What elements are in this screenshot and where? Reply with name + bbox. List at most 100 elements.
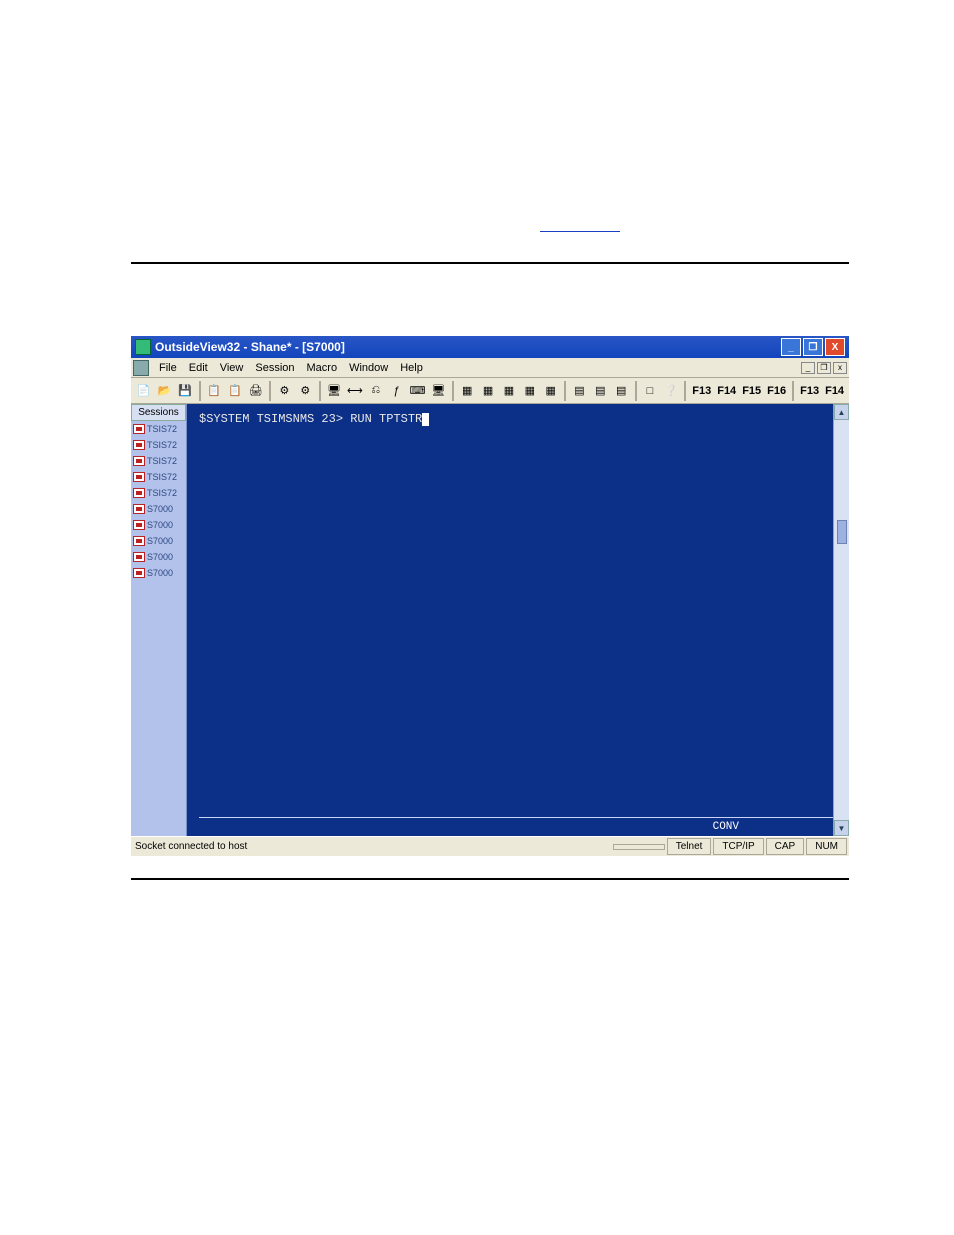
- session-item[interactable]: TSIS72: [131, 485, 186, 501]
- session-icon: [133, 488, 145, 498]
- horizontal-rule-bottom: [131, 878, 849, 880]
- scroll-up-button[interactable]: ▲: [834, 404, 849, 420]
- menu-session[interactable]: Session: [249, 360, 300, 376]
- toolbar-layout3-icon[interactable]: ▤: [612, 381, 631, 401]
- session-icon: [133, 536, 145, 546]
- scroll-thumb[interactable]: [837, 520, 847, 544]
- toolbar-layout2-icon[interactable]: ▤: [591, 381, 610, 401]
- session-item[interactable]: S7000: [131, 549, 186, 565]
- toolbar-copy-icon[interactable]: 📋: [205, 381, 224, 401]
- window-minimize-button[interactable]: _: [781, 338, 801, 356]
- menu-macro[interactable]: Macro: [301, 360, 344, 376]
- menu-edit[interactable]: Edit: [183, 360, 214, 376]
- menu-view[interactable]: View: [214, 360, 250, 376]
- fkey-f13b[interactable]: F13: [797, 385, 822, 397]
- sessions-header: Sessions: [131, 404, 186, 421]
- menu-help[interactable]: Help: [394, 360, 429, 376]
- toolbar-paste-icon[interactable]: 📋: [225, 381, 244, 401]
- session-label: TSIS72: [147, 488, 177, 498]
- page-header-link-underline: [540, 218, 620, 232]
- mdi-minimize-button[interactable]: _: [801, 362, 815, 374]
- toolbar-connect-icon[interactable]: ⟷: [346, 381, 365, 401]
- terminal-area[interactable]: $SYSTEM TSIMSNMS 23> RUN TPTSTR CONV: [187, 404, 833, 836]
- toolbar-settings1-icon[interactable]: ⚙: [275, 381, 294, 401]
- fkey-f14b[interactable]: F14: [822, 385, 847, 397]
- session-label: S7000: [147, 568, 173, 578]
- session-icon: [133, 472, 145, 482]
- window-maximize-button[interactable]: ❐: [803, 338, 823, 356]
- terminal-prompt-line: $SYSTEM TSIMSNMS 23> RUN TPTSTR: [199, 412, 429, 426]
- toolbar-new-icon[interactable]: 📄: [134, 381, 153, 401]
- session-icon: [133, 440, 145, 450]
- session-icon: [133, 504, 145, 514]
- session-icon: [133, 568, 145, 578]
- session-icon: [133, 456, 145, 466]
- sessions-sidebar: Sessions TSIS72 TSIS72 TSIS72 TSIS72 TSI…: [131, 404, 187, 836]
- horizontal-rule-top: [131, 262, 849, 264]
- app-icon: [135, 339, 151, 355]
- toolbar-macro5-icon[interactable]: ▦: [541, 381, 560, 401]
- toolbar-open-icon[interactable]: 📂: [155, 381, 174, 401]
- toolbar-reset-icon[interactable]: ⎌: [366, 381, 385, 401]
- toolbar-settings2-icon[interactable]: ⚙: [296, 381, 315, 401]
- vertical-scrollbar[interactable]: ▲ ▼: [833, 404, 849, 836]
- fkey-f14[interactable]: F14: [714, 385, 739, 397]
- mdi-close-button[interactable]: x: [833, 362, 847, 374]
- session-item[interactable]: S7000: [131, 533, 186, 549]
- terminal-conv-indicator: CONV: [713, 821, 739, 833]
- terminal-separator-line: [199, 817, 833, 818]
- status-bar: Socket connected to host Telnet TCP/IP C…: [131, 836, 849, 856]
- window-close-button[interactable]: X: [825, 338, 845, 356]
- session-label: TSIS72: [147, 472, 177, 482]
- toolbar-macro2-icon[interactable]: ▦: [479, 381, 498, 401]
- toolbar-macro1-icon[interactable]: ▦: [458, 381, 477, 401]
- session-label: TSIS72: [147, 456, 177, 466]
- fkey-f16[interactable]: F16: [764, 385, 789, 397]
- mdi-restore-button[interactable]: ❐: [817, 362, 831, 374]
- window-title: OutsideView32 - Shane* - [S7000]: [155, 340, 779, 354]
- window-titlebar[interactable]: OutsideView32 - Shane* - [S7000] _ ❐ X: [131, 336, 849, 358]
- scroll-down-button[interactable]: ▼: [834, 820, 849, 836]
- fkey-f15[interactable]: F15: [739, 385, 764, 397]
- session-item[interactable]: S7000: [131, 565, 186, 581]
- status-cell-protocol: Telnet: [667, 838, 712, 855]
- session-item[interactable]: S7000: [131, 501, 186, 517]
- session-label: TSIS72: [147, 440, 177, 450]
- status-cell-transport: TCP/IP: [713, 838, 763, 855]
- document-icon: [133, 360, 149, 376]
- session-label: S7000: [147, 520, 173, 530]
- toolbar-screen-icon[interactable]: 🖥: [429, 381, 448, 401]
- client-area: Sessions TSIS72 TSIS72 TSIS72 TSIS72 TSI…: [131, 404, 849, 836]
- toolbar-window-icon[interactable]: □: [641, 381, 660, 401]
- toolbar-keyboard-icon[interactable]: ⌨: [408, 381, 427, 401]
- menu-bar: File Edit View Session Macro Window Help…: [131, 358, 849, 378]
- menu-window[interactable]: Window: [343, 360, 394, 376]
- status-message: Socket connected to host: [131, 841, 613, 852]
- toolbar-macro4-icon[interactable]: ▦: [520, 381, 539, 401]
- status-cell-empty: [613, 844, 665, 850]
- fkeys-group-a: F13 F14 F15 F16 F13 F14: [681, 381, 847, 401]
- toolbar-layout1-icon[interactable]: ▤: [570, 381, 589, 401]
- toolbar: 📄 📂 💾 📋 📋 🖨 ⚙ ⚙ 🖥 ⟷ ⎌ ƒ ⌨ 🖥 ▦ ▦ ▦ ▦ ▦ ▤ …: [131, 378, 849, 404]
- fkey-f13[interactable]: F13: [689, 385, 714, 397]
- session-item[interactable]: TSIS72: [131, 421, 186, 437]
- session-icon: [133, 520, 145, 530]
- menu-file[interactable]: File: [153, 360, 183, 376]
- session-label: S7000: [147, 552, 173, 562]
- status-cell-num: NUM: [806, 838, 847, 855]
- toolbar-function-icon[interactable]: ƒ: [387, 381, 406, 401]
- terminal-cursor: [422, 413, 429, 426]
- session-item[interactable]: TSIS72: [131, 453, 186, 469]
- toolbar-print-icon[interactable]: 🖨: [246, 381, 265, 401]
- session-item[interactable]: S7000: [131, 517, 186, 533]
- status-cell-caps: CAP: [766, 838, 805, 855]
- toolbar-terminal-icon[interactable]: 🖥: [325, 381, 344, 401]
- session-item[interactable]: TSIS72: [131, 437, 186, 453]
- toolbar-save-icon[interactable]: 💾: [176, 381, 195, 401]
- session-label: TSIS72: [147, 424, 177, 434]
- session-label: S7000: [147, 536, 173, 546]
- toolbar-help-icon[interactable]: ❔: [661, 381, 680, 401]
- session-item[interactable]: TSIS72: [131, 469, 186, 485]
- toolbar-macro3-icon[interactable]: ▦: [500, 381, 519, 401]
- session-icon: [133, 424, 145, 434]
